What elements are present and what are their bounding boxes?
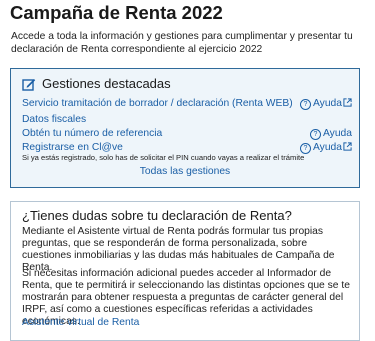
gestion-item-renta-web: Servicio tramitación de borrador / decla… (22, 97, 352, 110)
asistente-virtual-link[interactable]: Asistente virtual de Renta (22, 317, 139, 328)
todas-las-gestiones-link[interactable]: Todas las gestiones (11, 166, 359, 177)
ayuda-label: Ayuda (322, 128, 352, 139)
ayuda-link[interactable]: ? Ayuda (309, 127, 352, 140)
gestiones-title: Gestiones destacadas (42, 76, 171, 91)
gestion-item-numero-referencia: Obtén tu número de referencia ? Ayuda (22, 127, 352, 140)
help-icon: ? (309, 129, 321, 140)
external-link-icon (343, 98, 352, 107)
ayuda-label: Ayuda (312, 142, 342, 153)
renta-web-link[interactable]: Servicio tramitación de borrador / decla… (22, 98, 293, 109)
intro-text: Accede a toda la información y gestiones… (11, 31, 353, 55)
help-icon: ? (299, 99, 311, 110)
gestion-item-datos-fiscales: Datos fiscales (22, 113, 352, 126)
page-title: Campaña de Renta 2022 (10, 2, 223, 23)
dudas-renta-card: ¿Tienes dudas sobre tu declaración de Re… (10, 201, 360, 341)
gestiones-destacadas-card: Gestiones destacadas Servicio tramitació… (10, 68, 360, 188)
datos-fiscales-link[interactable]: Datos fiscales (22, 114, 86, 125)
dudas-title: ¿Tienes dudas sobre tu declaración de Re… (22, 208, 292, 223)
ayuda-label: Ayuda (312, 98, 342, 109)
asistente-description: Mediante el Asistente virtual de Renta p… (22, 226, 335, 273)
ayuda-link[interactable]: ? Ayuda (299, 97, 352, 110)
numero-referencia-link[interactable]: Obtén tu número de referencia (22, 128, 162, 139)
ayuda-link[interactable]: ? Ayuda (299, 141, 352, 154)
pin-note: Si ya estás registrado, solo has de soli… (22, 153, 305, 162)
external-link-icon (343, 142, 352, 151)
clave-link[interactable]: Registrarse en Cl@ve (22, 142, 123, 153)
edit-icon (22, 79, 36, 91)
